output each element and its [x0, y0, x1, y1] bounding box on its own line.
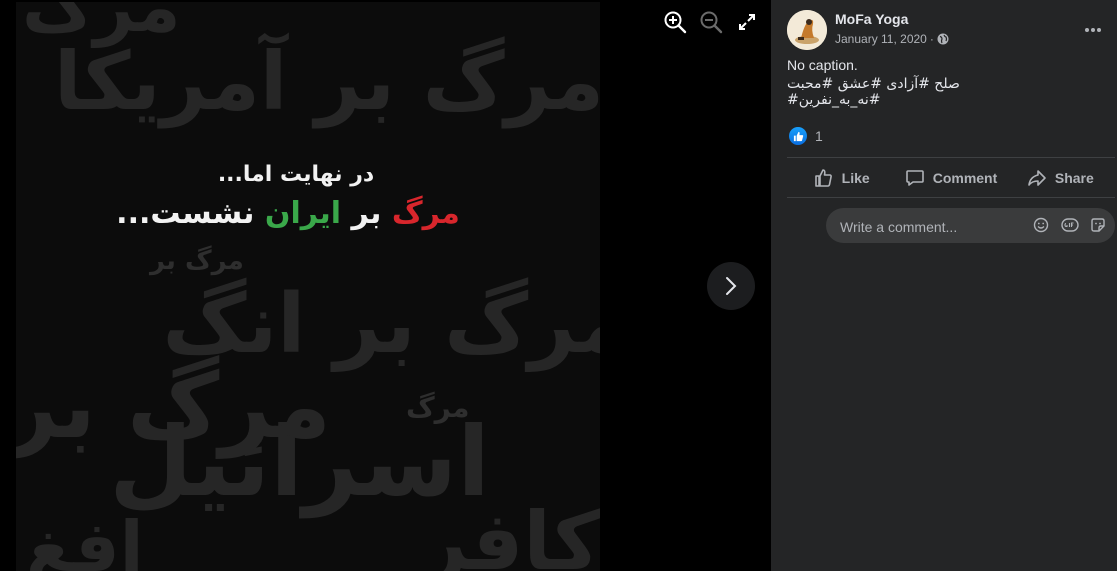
comment-input[interactable] — [838, 208, 1027, 245]
background-word: مرگ بر آمریکا — [53, 35, 600, 128]
thumbs-up-icon — [814, 169, 832, 187]
like-label: Like — [841, 170, 870, 186]
next-photo-button[interactable] — [707, 262, 755, 310]
comment-box — [826, 208, 1115, 245]
more-icon — [1085, 28, 1101, 32]
image-headline-line1: در نهایت اما... — [217, 162, 375, 187]
gif-icon — [1061, 218, 1079, 232]
emoji-icon — [1033, 217, 1049, 233]
post-date[interactable]: January 11, 2020 — [835, 32, 927, 46]
zoom-in-button[interactable] — [661, 8, 689, 36]
post-hashtags[interactable]: صلح #آزادی #عشق #محبت #نه_به_نفرین# — [787, 76, 1049, 108]
zoom-in-icon — [664, 11, 687, 34]
background-word: مرگ — [22, 2, 181, 48]
meta-separator: · — [929, 32, 934, 46]
post-caption: No caption. — [787, 57, 858, 73]
fullscreen-button[interactable] — [733, 8, 761, 36]
background-word: مرگ بر — [16, 354, 331, 459]
fullscreen-icon — [739, 14, 755, 30]
more-options-button[interactable] — [1081, 18, 1105, 42]
share-icon — [1028, 170, 1046, 186]
headline-word-iran: ایران — [264, 196, 342, 231]
sticker-icon — [1091, 218, 1105, 232]
chevron-right-icon — [726, 277, 737, 295]
headline-word-sat: نشست... — [116, 196, 255, 231]
post-photo[interactable]: مرگ بر آمریکا مرگ بر انگ مرگ بر اسرائیل … — [16, 2, 600, 571]
emoji-button[interactable] — [1032, 216, 1050, 234]
reaction-summary[interactable]: 1 — [789, 127, 823, 145]
avatar-image — [787, 10, 827, 50]
headline-word-death: مرگ — [391, 196, 460, 231]
post-meta: January 11, 2020 · — [835, 32, 949, 46]
background-word: کافر — [421, 495, 600, 571]
author-name[interactable]: MoFa Yoga — [835, 11, 908, 27]
share-button[interactable]: Share — [1006, 159, 1115, 197]
post-sidebar: MoFa Yoga January 11, 2020 · No caption.… — [771, 0, 1117, 571]
post-actions: Like Comment Share — [787, 159, 1115, 197]
reaction-count: 1 — [815, 128, 823, 144]
background-word: افغ — [26, 506, 144, 571]
divider — [787, 197, 1115, 198]
comment-button[interactable]: Comment — [896, 159, 1005, 197]
like-reaction-icon — [789, 127, 807, 145]
divider — [787, 157, 1115, 158]
image-headline-line2: مرگ بر ایران نشست... — [16, 196, 600, 231]
avatar[interactable] — [787, 10, 827, 50]
share-label: Share — [1054, 170, 1094, 186]
photo-viewer: مرگ بر آمریکا مرگ بر انگ مرگ بر اسرائیل … — [0, 0, 771, 571]
globe-icon — [937, 33, 949, 45]
sticker-button[interactable] — [1089, 216, 1107, 234]
zoom-out-button[interactable] — [697, 8, 725, 36]
comment-label: Comment — [932, 170, 998, 186]
background-word: مرگ — [406, 391, 470, 424]
like-button[interactable]: Like — [787, 159, 896, 197]
headline-word-on: بر — [351, 196, 382, 231]
gif-button[interactable] — [1061, 216, 1079, 234]
zoom-out-icon — [700, 11, 723, 34]
background-word: مرگ بر — [150, 246, 244, 276]
comment-icon — [905, 170, 924, 186]
